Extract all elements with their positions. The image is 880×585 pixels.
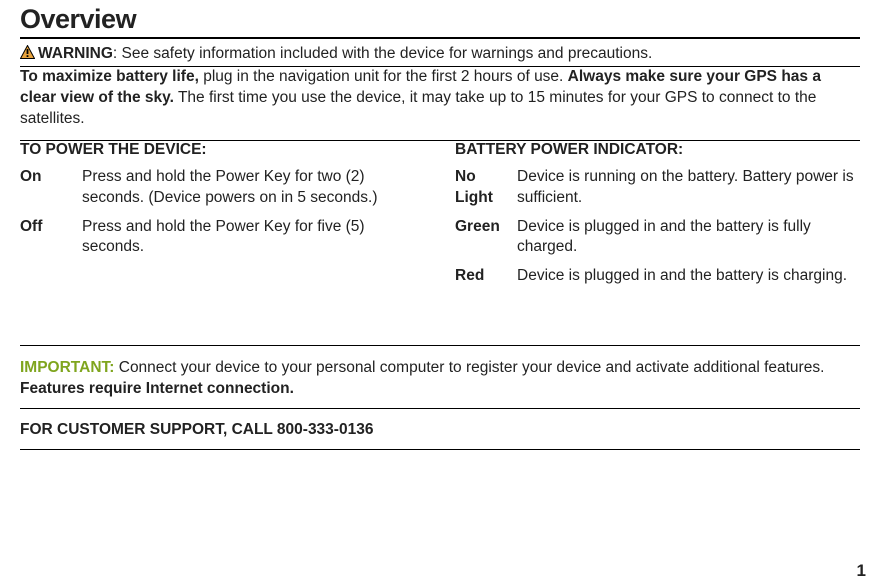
divider — [20, 345, 860, 346]
indicator-column: BATTERY POWER INDICATOR: No Light Device… — [455, 141, 860, 296]
important-bold-tail: Features require Internet connection. — [20, 380, 294, 397]
warning-row: WARNING: See safety information included… — [20, 44, 860, 66]
battery-lead: To maximize battery life, — [20, 68, 199, 85]
power-on-row: On Press and hold the Power Key for two … — [20, 167, 425, 209]
page-number: 1 — [857, 561, 866, 581]
page-title: Overview — [20, 4, 860, 39]
indicator-red-term: Red — [455, 266, 517, 287]
power-off-desc: Press and hold the Power Key for five (5… — [82, 217, 425, 259]
battery-life-paragraph: To maximize battery life, plug in the na… — [20, 67, 860, 130]
indicator-green-row: Green Device is plugged in and the batte… — [455, 217, 860, 259]
indicator-red-row: Red Device is plugged in and the battery… — [455, 266, 860, 287]
battery-mid: plug in the navigation unit for the firs… — [199, 68, 568, 85]
divider — [20, 449, 860, 450]
indicator-nolight-desc: Device is running on the battery. Batter… — [517, 167, 860, 209]
customer-support: FOR CUSTOMER SUPPORT, CALL 800-333-0136 — [20, 421, 860, 439]
power-on-desc: Press and hold the Power Key for two (2)… — [82, 167, 425, 209]
indicator-red-desc: Device is plugged in and the battery is … — [517, 266, 860, 287]
indicator-heading: BATTERY POWER INDICATOR: — [455, 141, 860, 159]
power-off-row: Off Press and hold the Power Key for fiv… — [20, 217, 425, 259]
divider — [20, 408, 860, 409]
power-column: TO POWER THE DEVICE: On Press and hold t… — [20, 141, 425, 296]
indicator-nolight-term: No Light — [455, 167, 517, 209]
power-on-term: On — [20, 167, 82, 209]
warning-label: WARNING — [38, 45, 113, 62]
indicator-green-desc: Device is plugged in and the battery is … — [517, 217, 860, 259]
warning-text: WARNING: See safety information included… — [38, 44, 652, 65]
important-text: Connect your device to your personal com… — [114, 359, 824, 376]
indicator-green-term: Green — [455, 217, 517, 259]
indicator-nolight-row: No Light Device is running on the batter… — [455, 167, 860, 209]
power-off-term: Off — [20, 217, 82, 259]
warning-body: : See safety information included with t… — [113, 45, 652, 62]
two-column-section: TO POWER THE DEVICE: On Press and hold t… — [20, 141, 860, 296]
important-row: IMPORTANT: Connect your device to your p… — [20, 358, 860, 400]
power-heading: TO POWER THE DEVICE: — [20, 141, 425, 159]
warning-icon — [20, 45, 35, 66]
important-label: IMPORTANT: — [20, 359, 114, 376]
